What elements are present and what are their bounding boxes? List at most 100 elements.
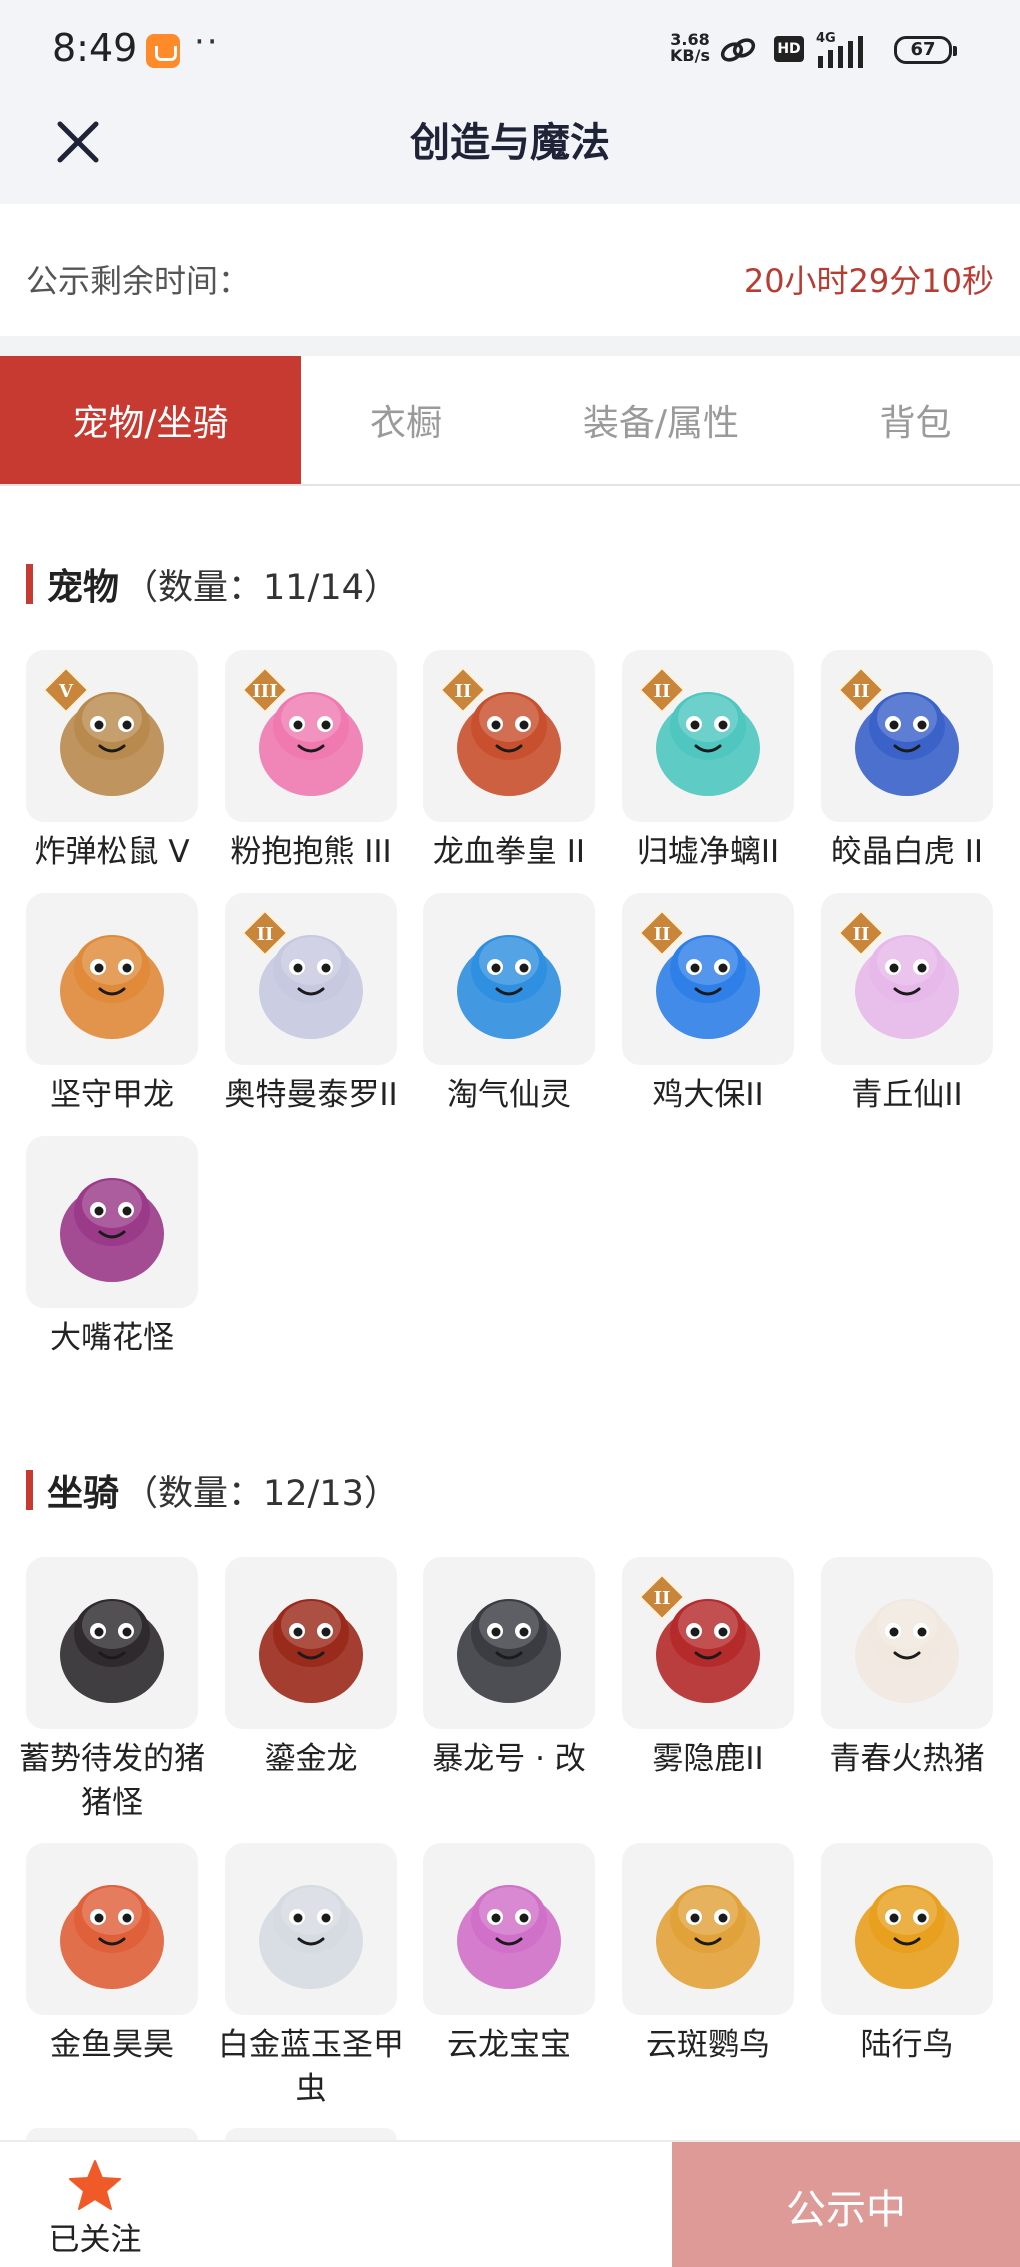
item-name: 炸弹松鼠 V: [34, 834, 190, 870]
link-icon: [720, 38, 756, 62]
notice-countdown: 公示剩余时间： 20小时29分10秒: [0, 224, 1020, 336]
item-thumbnail: [423, 1843, 595, 2015]
tab-wardrobe[interactable]: 衣橱: [301, 356, 511, 484]
section-header-mounts: 坐骑 （数量：12/13）: [26, 1467, 399, 1514]
next-row-item: [225, 2128, 397, 2140]
creature-image: [259, 1885, 363, 1989]
pet-item[interactable]: III 粉抱抱熊 III: [225, 650, 397, 874]
section-title: 宠物: [47, 567, 120, 608]
tier-badge-icon: II: [241, 909, 289, 957]
item-name: 归墟净螭II: [636, 834, 780, 870]
svg-text:II: II: [257, 924, 274, 945]
tier-badge-icon: II: [439, 666, 487, 714]
status-dots: ··: [194, 22, 220, 62]
section-count: （数量：12/13）: [123, 1473, 399, 1514]
publicity-status-button[interactable]: 公示中: [672, 2142, 1020, 2267]
item-thumbnail: [26, 1843, 198, 2015]
item-name: 蓄势待发的猪猪怪: [19, 1741, 205, 1821]
svg-text:III: III: [252, 681, 277, 702]
mount-item[interactable]: 青春火热猪: [821, 1557, 993, 1781]
tier-badge-icon: II: [837, 909, 885, 957]
mount-item[interactable]: 蓄势待发的猪猪怪: [19, 1557, 205, 1825]
tier-badge-icon: II: [638, 1573, 686, 1621]
creature-image: [60, 1885, 164, 1989]
tier-badge-icon: II: [638, 909, 686, 957]
item-thumbnail: V: [26, 650, 198, 822]
item-name: 青春火热猪: [829, 1741, 985, 1777]
item-thumbnail: [423, 1557, 595, 1729]
mount-item[interactable]: 鎏金龙: [225, 1557, 397, 1781]
bottom-bar: 已关注 公示中: [0, 2140, 1020, 2267]
item-name: 皎晶白虎 II: [830, 834, 984, 870]
item-thumbnail: II: [622, 650, 794, 822]
item-thumbnail: [423, 893, 595, 1065]
mount-item[interactable]: 暴龙号 · 改: [423, 1557, 595, 1781]
item-thumbnail: [622, 1843, 794, 2015]
item-thumbnail: [225, 1557, 397, 1729]
item-name: 云斑鹦鸟: [646, 2027, 770, 2063]
mount-item[interactable]: 白金蓝玉圣甲虫: [218, 1843, 404, 2111]
item-name: 青丘仙II: [851, 1077, 963, 1113]
follow-label: 已关注: [48, 2222, 142, 2258]
creature-image: [855, 1599, 959, 1703]
pet-item[interactable]: II 皎晶白虎 II: [821, 650, 993, 874]
pet-item[interactable]: II 龙血拳皇 II: [423, 650, 595, 874]
mount-item[interactable]: 金鱼昊昊: [26, 1843, 198, 2067]
svg-text:II: II: [455, 681, 472, 702]
network-speed: 3.68 KB/s: [670, 32, 710, 64]
star-icon: [69, 2160, 121, 2210]
item-thumbnail: [225, 1843, 397, 2015]
mount-item[interactable]: II 雾隐鹿II: [622, 1557, 794, 1781]
pet-item[interactable]: II 奥特曼泰罗II: [224, 893, 398, 1117]
page-title: 创造与魔法: [410, 120, 610, 166]
battery-icon: 67: [894, 36, 957, 64]
pet-item[interactable]: 淘气仙灵: [423, 893, 595, 1117]
item-name: 粉抱抱熊 III: [230, 834, 392, 870]
creature-image: [60, 935, 164, 1039]
pet-item[interactable]: II 归墟净螭II: [622, 650, 794, 874]
item-name: 大嘴花怪: [50, 1320, 174, 1356]
mount-item[interactable]: 陆行鸟: [821, 1843, 993, 2067]
section-marker: [26, 564, 33, 604]
item-name: 白金蓝玉圣甲虫: [218, 2027, 404, 2107]
mount-item[interactable]: 云龙宝宝: [423, 1843, 595, 2067]
svg-text:II: II: [654, 681, 671, 702]
tab-backpack[interactable]: 背包: [811, 356, 1020, 484]
tier-badge-icon: II: [837, 666, 885, 714]
creature-image: [457, 935, 561, 1039]
item-name: 暴龙号 · 改: [432, 1741, 586, 1777]
next-row-item: [26, 2128, 198, 2140]
creature-image: [855, 1885, 959, 1989]
app-notification-icon: [146, 34, 180, 68]
mount-item[interactable]: 云斑鹦鸟: [622, 1843, 794, 2067]
item-name: 奥特曼泰罗II: [224, 1077, 398, 1113]
title-bar: 创造与魔法: [0, 100, 1020, 204]
tab-equipment[interactable]: 装备/属性: [511, 356, 811, 484]
pet-item[interactable]: 大嘴花怪: [26, 1136, 198, 1360]
svg-text:II: II: [654, 924, 671, 945]
notice-label: 公示剩余时间：: [26, 262, 251, 300]
section-title: 坐骑: [47, 1473, 120, 1514]
svg-text:V: V: [58, 681, 74, 702]
category-tabs: 宠物/坐骑 衣橱 装备/属性 背包: [0, 356, 1020, 486]
item-thumbnail: [26, 893, 198, 1065]
pet-item[interactable]: 坚守甲龙: [26, 893, 198, 1117]
item-thumbnail: III: [225, 650, 397, 822]
follow-button[interactable]: 已关注: [40, 2156, 150, 2258]
signal-icon: 4G: [816, 31, 863, 68]
pet-item[interactable]: II 青丘仙II: [821, 893, 993, 1117]
item-name: 陆行鸟: [860, 2027, 954, 2063]
tab-pets-mounts[interactable]: 宠物/坐骑: [0, 356, 301, 484]
tier-badge-icon: V: [42, 666, 90, 714]
item-name: 龙血拳皇 II: [432, 834, 586, 870]
creature-image: [457, 1599, 561, 1703]
item-thumbnail: II: [821, 893, 993, 1065]
pet-item[interactable]: V 炸弹松鼠 V: [26, 650, 198, 874]
item-thumbnail: II: [821, 650, 993, 822]
pet-item[interactable]: II 鸡大保II: [622, 893, 794, 1117]
item-name: 鎏金龙: [264, 1741, 358, 1777]
tier-badge-icon: II: [638, 666, 686, 714]
status-time: 8:49: [52, 26, 138, 70]
item-thumbnail: [26, 1557, 198, 1729]
creature-image: [259, 1599, 363, 1703]
